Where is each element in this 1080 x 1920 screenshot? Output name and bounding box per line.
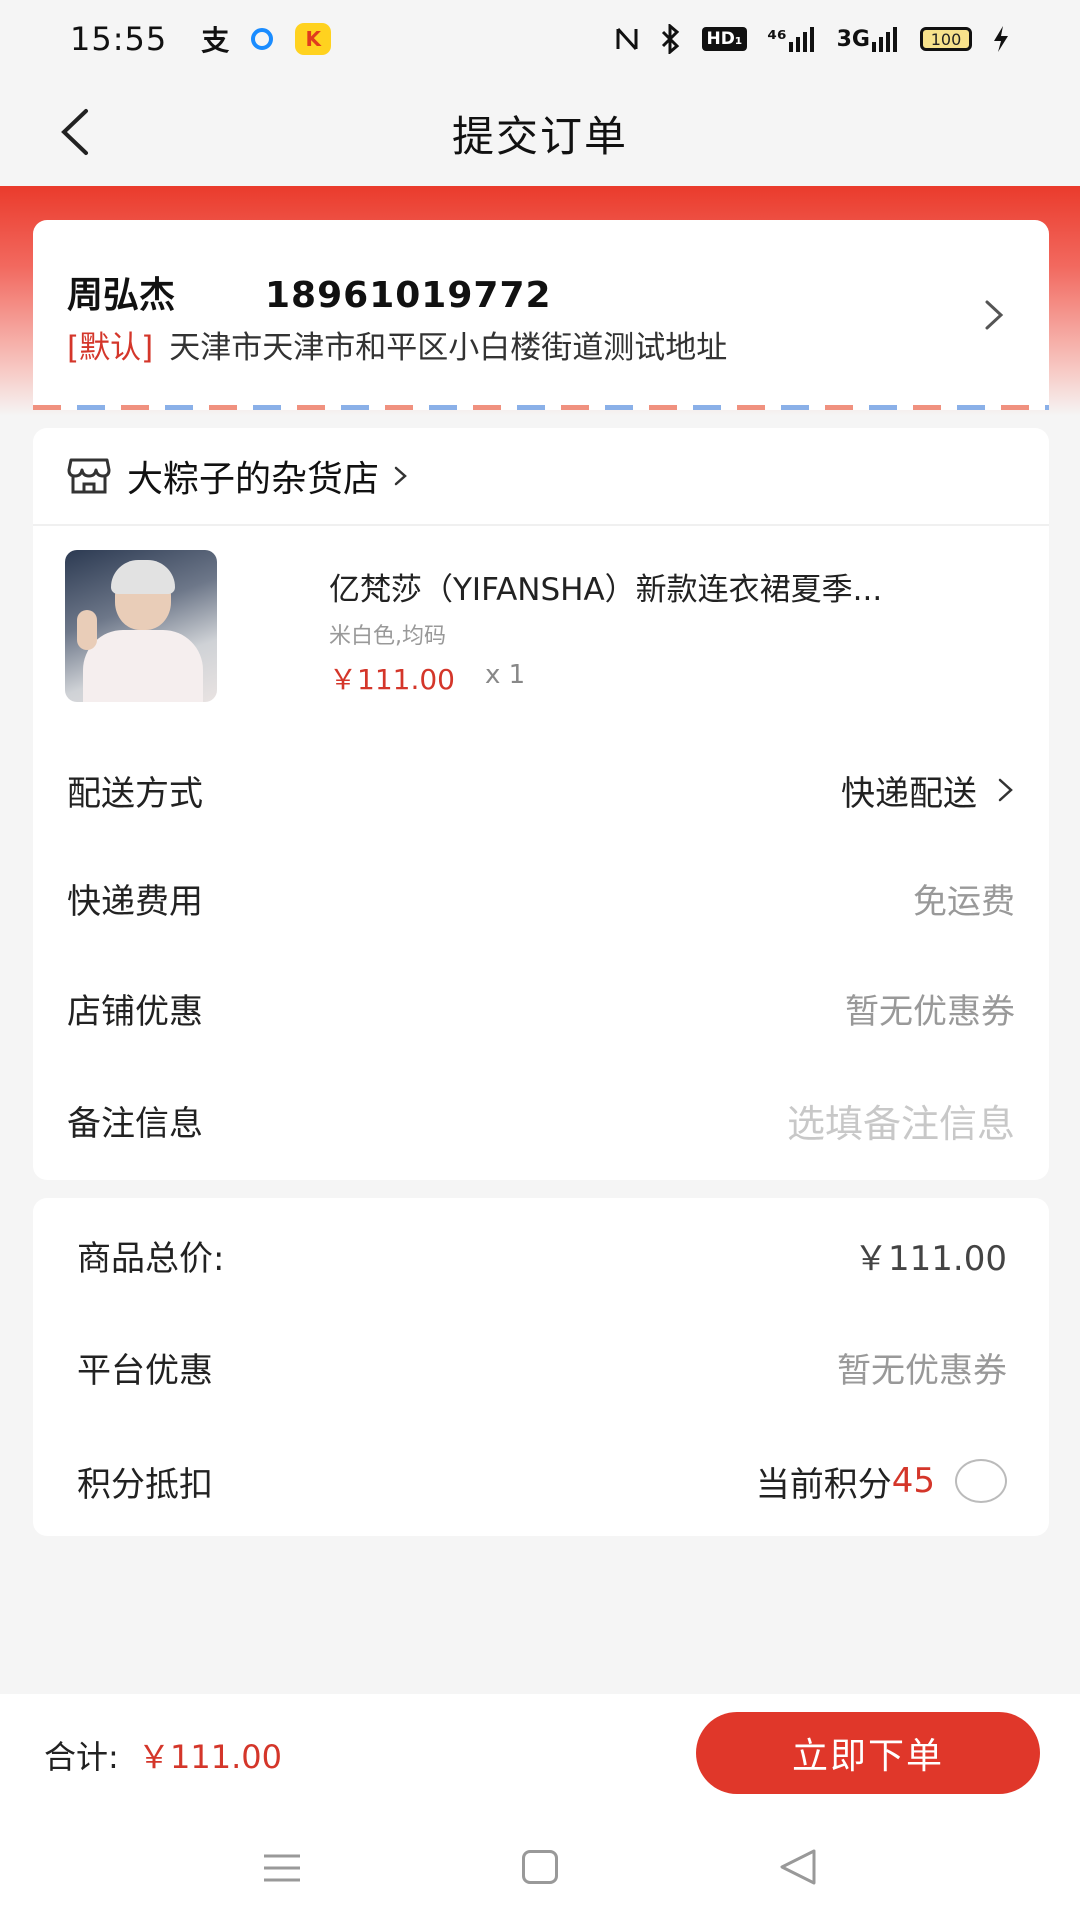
current-points-value: 45	[891, 1461, 935, 1501]
product-item[interactable]: 亿梵莎（YIFANSHA）新款连衣裙夏季... 米白色,均码 ￥111.00 x…	[65, 550, 1025, 706]
goods-total-row: 商品总价: ￥111.00	[77, 1210, 1007, 1300]
points-wrap: 当前积分 45	[756, 1457, 1007, 1506]
note-input[interactable]: 选填备注信息	[787, 1093, 1015, 1148]
address-line: [默认] 天津市天津市和平区小白楼街道测试地址	[67, 322, 727, 367]
shipping-fee-value: 免运费	[913, 881, 1015, 922]
shop-row[interactable]: 大粽子的杂货店	[33, 428, 1049, 526]
goods-total-label: 商品总价:	[77, 1238, 225, 1279]
nfc-icon	[614, 25, 640, 53]
note-row: 备注信息 选填备注信息	[67, 1070, 1015, 1170]
product-image	[65, 550, 217, 702]
goods-total-value: ￥111.00	[854, 1238, 1007, 1279]
checkout-bar: 合计: ￥111.00 立即下单	[0, 1694, 1080, 1816]
status-right-icons: HD₁ ⁴⁶ 3G 100	[614, 24, 1010, 54]
recent-apps-icon[interactable]	[262, 1852, 302, 1884]
shop-discount-label: 店铺优惠	[67, 991, 203, 1032]
default-address-tag: [默认]	[67, 330, 154, 366]
shop-discount-row[interactable]: 店铺优惠 暂无优惠券	[67, 958, 1015, 1058]
note-label: 备注信息	[67, 1103, 203, 1144]
address-contact-row: 周弘杰 18961019772	[67, 266, 552, 318]
alipay-icon: 支	[201, 24, 230, 57]
total-label: 合计:	[44, 1738, 119, 1776]
shop-icon	[67, 458, 111, 494]
delivery-method-label: 配送方式	[67, 773, 203, 814]
current-points-label: 当前积分	[755, 1464, 892, 1505]
points-toggle-radio[interactable]	[955, 1459, 1007, 1503]
chevron-right-icon	[985, 300, 1004, 330]
battery-icon: 100	[920, 27, 972, 51]
product-title: 亿梵莎（YIFANSHA）新款连衣裙夏季...	[329, 572, 883, 608]
status-time: 15:55	[70, 20, 168, 58]
summary-card: 商品总价: ￥111.00 平台优惠 暂无优惠券 积分抵扣 当前积分 45	[33, 1198, 1049, 1536]
address-detail: 天津市天津市和平区小白楼街道测试地址	[169, 330, 728, 366]
search-app-icon	[251, 28, 274, 50]
order-card: 大粽子的杂货店 亿梵莎（YIFANSHA）新款连衣裙夏季... 米白色,均码 ￥…	[33, 428, 1049, 1180]
back-button[interactable]	[46, 102, 106, 162]
chevron-right-icon	[998, 778, 1013, 802]
signal-3g-icon: 3G	[837, 26, 900, 52]
points-deduction-label: 积分抵扣	[77, 1464, 213, 1505]
product-quantity: x 1	[485, 660, 526, 690]
submit-order-button[interactable]: 立即下单	[696, 1712, 1040, 1794]
system-back-icon[interactable]	[778, 1848, 818, 1886]
platform-discount-row[interactable]: 平台优惠 暂无优惠券	[77, 1322, 1007, 1412]
delivery-method-row[interactable]: 配送方式 快递配送	[67, 740, 1015, 840]
status-left-icons: 支 K	[201, 19, 332, 59]
recipient-name: 周弘杰	[67, 275, 176, 316]
home-icon[interactable]	[522, 1850, 558, 1884]
address-card[interactable]: 周弘杰 18961019772 [默认] 天津市天津市和平区小白楼街道测试地址	[33, 220, 1049, 410]
signal-4g-label: ⁴⁶	[767, 26, 787, 52]
points-deduction-row: 积分抵扣 当前积分 45	[77, 1436, 1007, 1526]
product-spec: 米白色,均码	[329, 624, 446, 649]
total-amount: ￥111.00	[138, 1738, 282, 1776]
system-nav-bar	[0, 1816, 1080, 1920]
shipping-fee-label: 快递费用	[67, 881, 203, 922]
platform-discount-label: 平台优惠	[77, 1350, 213, 1391]
status-bar: 15:55 支 K HD₁ ⁴⁶ 3G 100	[0, 0, 1080, 78]
shipping-fee-row: 快递费用 免运费	[67, 848, 1015, 948]
address-envelope-border	[33, 405, 1049, 410]
delivery-method-value: 快递配送	[841, 773, 977, 814]
app-notification-icon: K	[295, 23, 332, 55]
delivery-method-value-wrap: 快递配送	[841, 766, 1015, 815]
shop-discount-value: 暂无优惠券	[845, 991, 1015, 1032]
nav-bar: 提交订单	[0, 78, 1080, 188]
signal-4g-icon: ⁴⁶	[767, 26, 816, 52]
recipient-phone: 18961019772	[265, 275, 552, 316]
shop-name: 大粽子的杂货店	[127, 459, 380, 500]
bluetooth-icon	[660, 24, 682, 54]
platform-discount-value: 暂无优惠券	[837, 1350, 1007, 1391]
battery-level: 100	[930, 29, 962, 49]
product-price: ￥111.00	[329, 663, 455, 696]
back-arrow-icon	[61, 109, 88, 155]
charging-icon	[992, 25, 1010, 53]
signal-3g-label: 3G	[836, 26, 870, 52]
hd-voice-icon: HD₁	[701, 27, 748, 51]
page-title: 提交订单	[451, 111, 628, 161]
shop-chevron-icon	[394, 466, 407, 486]
